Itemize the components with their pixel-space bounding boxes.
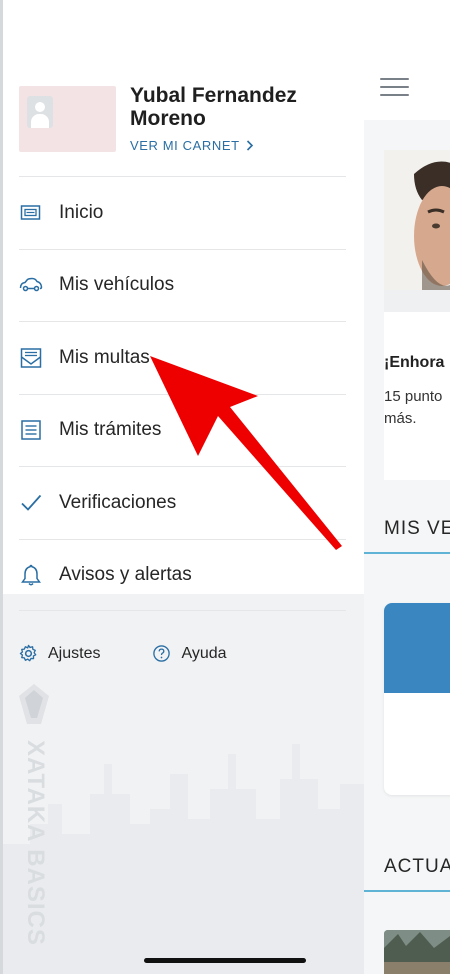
menu-item-label: Verificaciones [59,491,177,513]
fines-envelope-icon [19,343,59,373]
avatar[interactable] [19,86,116,152]
section-title-vehicles: MIS VE [384,518,450,539]
section-title-news: ACTUA [384,856,450,877]
section-underline [364,552,450,554]
home-card-icon [19,198,59,228]
menu-item-tramites[interactable]: Mis trámites [19,393,346,467]
drawer-menu: Inicio Mis vehículos Mis multas Mis trám… [19,176,346,611]
menu-item-label: Avisos y alertas [59,563,192,585]
watermark: XATAKA BASICS [17,684,51,946]
drawer-footer: Ajustes Ayuda [19,644,227,663]
main-content: ¡Enhora 15 punto más. MIS VE ACTUA [364,0,450,974]
home-indicator[interactable] [144,958,306,963]
points-text: 15 punto más. [384,388,443,427]
watermark-text: XATAKA BASICS [22,740,49,946]
vehicle-card[interactable] [384,603,450,795]
help-circle-icon [153,645,171,662]
gear-icon [19,644,37,662]
profile-photo [384,150,450,312]
navigation-drawer: Yubal Fernandez Moreno VER MI CARNET Ini… [0,0,364,974]
vehicle-card-header [384,603,450,693]
greeting-text: ¡Enhora [384,354,445,371]
menu-item-label: Mis multas [59,346,150,368]
user-placeholder-icon [27,96,53,128]
view-license-label: VER MI CARNET [130,138,240,153]
drawer-edge [0,0,3,974]
view-license-link[interactable]: VER MI CARNET [130,138,254,153]
menu-item-vehiculos[interactable]: Mis vehículos [19,248,346,322]
settings-label: Ajustes [48,644,101,662]
menu-item-inicio[interactable]: Inicio [19,176,346,249]
news-thumbnail[interactable] [384,930,450,974]
menu-item-label: Inicio [59,201,104,223]
settings-link[interactable]: Ajustes [19,644,100,663]
help-label: Ayuda [181,644,227,662]
help-link[interactable]: Ayuda [152,644,227,663]
hamburger-menu-icon[interactable] [380,78,409,96]
welcome-card: ¡Enhora 15 punto más. [384,150,450,480]
document-lines-icon [19,415,59,445]
section-underline [364,890,450,892]
profile-header: Yubal Fernandez Moreno VER MI CARNET [19,84,349,153]
checkmark-icon [19,488,59,518]
car-icon [19,270,59,300]
xataka-logo-icon [19,684,49,724]
menu-item-verificaciones[interactable]: Verificaciones [19,466,346,539]
user-name: Yubal Fernandez Moreno [130,84,297,130]
menu-item-label: Mis trámites [59,419,162,441]
bell-icon [19,560,59,590]
menu-item-multas[interactable]: Mis multas [19,321,346,394]
chevron-right-icon [246,140,253,151]
menu-item-label: Mis vehículos [59,274,175,296]
main-header [364,0,450,120]
menu-item-avisos[interactable]: Avisos y alertas [19,538,346,611]
